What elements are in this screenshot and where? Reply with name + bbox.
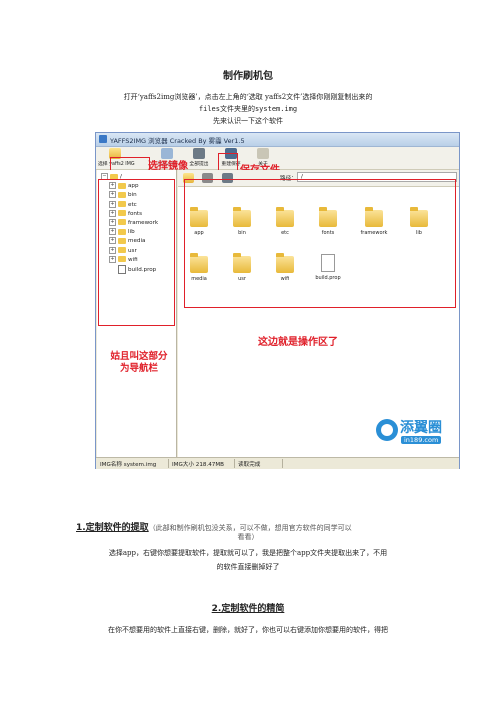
- operation-area-annotation: 这边就是操作区了: [258, 337, 338, 348]
- status-state: 读取完成: [238, 462, 261, 468]
- navigation-annotation: 姑且叫这部分 为导航栏: [102, 351, 176, 375]
- drive-icon: [193, 148, 205, 159]
- extract-all-label: 全部提出: [189, 162, 209, 167]
- status-divider: [282, 459, 283, 468]
- status-bar: IMG名称 system.img IMG大小 218.47MB 读取完成: [96, 457, 459, 469]
- window-title: YAFFS2IMG 浏览器 Cracked By 雾霾 Ver1.5: [110, 137, 245, 145]
- info-icon: [257, 148, 269, 159]
- intro-line-3: 先来认识一下这个软件: [213, 117, 283, 125]
- status-img-size: IMG大小 218.47MB: [172, 462, 225, 468]
- status-divider: [168, 459, 169, 468]
- section-2-title: 2.定制软件的精简: [211, 604, 285, 614]
- section-1-note: （此部和制作刷机包没关系，可以不做，想用官方软件的同学可以: [148, 524, 352, 532]
- navigation-highlight: [98, 179, 175, 326]
- document-title: 制作刷机包: [223, 71, 273, 82]
- extract-all-button[interactable]: 全部提出: [184, 148, 214, 168]
- section-2-body-line-1: 在你不想要用的软件上直接右键，删除，就好了，你也可以右键添加你想要用的软件，得把: [108, 626, 388, 634]
- status-img-name: IMG名称 system.img: [100, 462, 157, 468]
- navigation-annotation-line-1: 姑且叫这部分: [110, 351, 168, 362]
- app-icon: [99, 135, 107, 143]
- section-1-body-line-2: 的软件直接删掉好了: [216, 563, 280, 571]
- watermark-logo: 添翼圈 in189.com: [376, 415, 458, 455]
- intro-line-2: files文件夹里的system.img: [198, 105, 298, 113]
- logo-text-cn: 添翼圈: [400, 420, 442, 436]
- logo-mark-icon: [376, 419, 398, 441]
- status-divider: [234, 459, 235, 468]
- navigation-annotation-line-2: 为导航栏: [119, 363, 158, 374]
- logo-text-en: in189.com: [401, 436, 442, 444]
- operation-area-highlight: [184, 179, 456, 308]
- yaffs2img-window-screenshot: YAFFS2IMG 浏览器 Cracked By 雾霾 Ver1.5 选择 ya…: [95, 132, 460, 469]
- window-titlebar: YAFFS2IMG 浏览器 Cracked By 雾霾 Ver1.5: [96, 133, 459, 147]
- section-1-body-line-1: 选择app，右键你想要提取软件，提取就可以了，我是把整个app文件夹提取出来了，…: [108, 549, 388, 557]
- intro-line-1: 打开‘yaffs2img浏览器’，点击左上角的‘选取 yaffs2文件’选择你刚…: [123, 93, 373, 101]
- section-1-note-continued: 看看）: [237, 533, 259, 541]
